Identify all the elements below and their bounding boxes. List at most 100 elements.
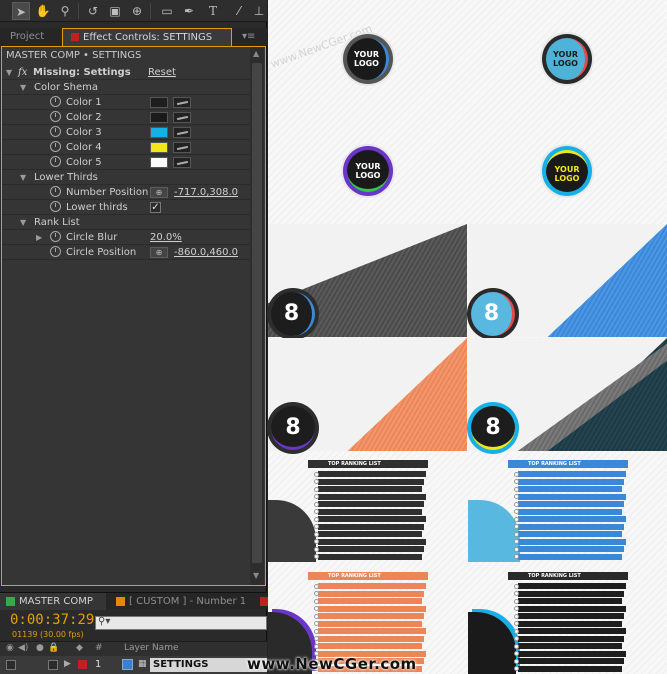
selection-tool-icon[interactable]: ➤ bbox=[12, 2, 30, 20]
stopwatch-icon[interactable] bbox=[50, 111, 61, 122]
lock-icon[interactable]: 🔒 bbox=[48, 643, 59, 653]
tab-effect-controls-label: Effect Controls: SETTINGS bbox=[83, 32, 213, 43]
solo-icon[interactable]: ● bbox=[36, 643, 44, 653]
group-color-shema[interactable]: ▼ Color Shema bbox=[2, 80, 250, 95]
circle-position-value[interactable]: -860.0,460.0 bbox=[174, 245, 238, 260]
effect-header-row[interactable]: ▼ fx Missing: Settings Reset bbox=[2, 65, 250, 80]
stopwatch-icon[interactable] bbox=[50, 156, 61, 167]
group-label: Lower Thirds bbox=[34, 172, 98, 183]
toolbar-divider bbox=[78, 3, 79, 19]
color-4-swatch[interactable] bbox=[150, 142, 168, 153]
rank-dot bbox=[314, 546, 319, 552]
rank-bar bbox=[518, 590, 624, 597]
scroll-down-icon[interactable]: ▼ bbox=[253, 571, 259, 580]
eyedropper-icon[interactable] bbox=[173, 127, 191, 138]
hand-tool-icon[interactable]: ✋ bbox=[34, 2, 52, 20]
eyedropper-icon[interactable] bbox=[173, 157, 191, 168]
tab-overflow[interactable] bbox=[254, 593, 269, 610]
color-1-swatch[interactable] bbox=[150, 97, 168, 108]
stopwatch-icon[interactable] bbox=[50, 246, 61, 257]
color-5-swatch[interactable] bbox=[150, 157, 168, 168]
expand-triangle-icon[interactable]: ▼ bbox=[20, 80, 26, 95]
expand-triangle-icon[interactable]: ▼ bbox=[20, 170, 26, 185]
group-lower-thirds[interactable]: ▼ Lower Thirds bbox=[2, 170, 250, 185]
group-label: Rank List bbox=[34, 217, 80, 228]
panel-menu-icon[interactable]: ▾≡ bbox=[236, 28, 264, 46]
vertical-scrollbar[interactable]: ▲ ▼ bbox=[250, 47, 264, 585]
pen-tool-icon[interactable]: ✒ bbox=[180, 2, 198, 20]
app-window: ➤ ✋ ⚲ ↺ ▣ ⊕ ▭ ✒ T ⁄ ⊥ Project Effect Con… bbox=[0, 0, 667, 674]
type-tool-icon[interactable]: T bbox=[204, 2, 222, 20]
lock-checkbox[interactable] bbox=[48, 660, 58, 670]
label-color-icon[interactable] bbox=[78, 660, 87, 669]
tab-master-comp[interactable]: MASTER COMP bbox=[0, 593, 106, 610]
rank-dot bbox=[314, 509, 319, 514]
rank-bar bbox=[518, 501, 624, 507]
pan-behind-tool-icon[interactable]: ⊕ bbox=[128, 2, 146, 20]
stamp-tool-icon[interactable]: ⊥ bbox=[250, 2, 268, 20]
rank-dot bbox=[514, 643, 519, 649]
rank-bar bbox=[518, 605, 626, 612]
rank-dot bbox=[514, 651, 519, 656]
scroll-up-icon[interactable]: ▲ bbox=[253, 49, 259, 58]
crosshair-icon[interactable]: ⊕ bbox=[150, 247, 168, 258]
number-badge: 8 bbox=[271, 292, 315, 336]
expand-triangle-icon[interactable]: ▼ bbox=[6, 65, 12, 80]
tab-project[interactable]: Project bbox=[2, 28, 58, 46]
camera-tool-icon[interactable]: ▣ bbox=[106, 2, 124, 20]
comp-color-icon bbox=[116, 596, 125, 606]
rank-dot bbox=[314, 486, 319, 492]
stopwatch-icon[interactable] bbox=[50, 231, 61, 242]
visibility-checkbox[interactable] bbox=[6, 660, 16, 670]
crosshair-icon[interactable]: ⊕ bbox=[150, 187, 168, 198]
logo-text: LOGO bbox=[354, 59, 379, 68]
scrollbar-thumb[interactable] bbox=[252, 63, 262, 563]
rank-dot bbox=[514, 591, 519, 596]
reset-link[interactable]: Reset bbox=[148, 65, 176, 80]
rank-dot bbox=[514, 613, 519, 619]
rank-bar bbox=[518, 486, 622, 492]
rectangle-tool-icon[interactable]: ▭ bbox=[158, 2, 176, 20]
rank-bar bbox=[318, 643, 422, 649]
rank-bar bbox=[318, 613, 424, 619]
audio-icon[interactable]: ◀) bbox=[18, 643, 28, 653]
eye-icon[interactable]: ◉ bbox=[6, 643, 14, 653]
logo-text: YOUR bbox=[354, 50, 379, 59]
rank-dot bbox=[514, 658, 519, 664]
tab-custom-number-label: [ CUSTOM ] - Number 1 bbox=[129, 596, 247, 607]
logo-text: YOUR bbox=[554, 165, 580, 174]
tab-custom-number[interactable]: [ CUSTOM ] - Number 1 bbox=[110, 593, 250, 610]
layer-row[interactable]: ▶ 1 ▦ SETTINGS bbox=[0, 656, 267, 674]
layer-name-column[interactable]: Layer Name bbox=[124, 643, 179, 653]
collapsed-triangle-icon[interactable]: ▶ bbox=[36, 230, 42, 245]
tab-effect-controls[interactable]: Effect Controls: SETTINGS bbox=[62, 28, 232, 46]
group-rank-list[interactable]: ▼ Rank List bbox=[2, 215, 250, 230]
color-3-swatch[interactable] bbox=[150, 127, 168, 138]
zoom-tool-icon[interactable]: ⚲ bbox=[56, 2, 74, 20]
eyedropper-icon[interactable] bbox=[173, 97, 191, 108]
stopwatch-icon[interactable] bbox=[50, 126, 61, 137]
rank-dot bbox=[314, 636, 319, 641]
rotate-tool-icon[interactable]: ↺ bbox=[84, 2, 102, 20]
frame-count: 01139 (30.00 fps) bbox=[12, 630, 84, 639]
eyedropper-icon[interactable] bbox=[173, 112, 191, 123]
number-position-value[interactable]: -717.0,308.0 bbox=[174, 185, 238, 200]
label-tag-icon[interactable]: ◆ bbox=[76, 643, 83, 653]
expand-triangle-icon[interactable]: ▼ bbox=[20, 215, 26, 230]
stopwatch-icon[interactable] bbox=[50, 186, 61, 197]
layer-search-input[interactable]: ⚲▾ bbox=[95, 616, 267, 630]
eyedropper-icon[interactable] bbox=[173, 142, 191, 153]
circle-blur-value[interactable]: 20.0% bbox=[150, 230, 182, 245]
rank-bar bbox=[518, 523, 624, 530]
brush-tool-icon[interactable]: ⁄ bbox=[230, 2, 248, 20]
stopwatch-icon[interactable] bbox=[50, 96, 61, 107]
stopwatch-icon[interactable] bbox=[50, 201, 61, 212]
lower-thirds-checkbox[interactable]: ✓ bbox=[150, 202, 161, 213]
rank-bar bbox=[318, 583, 426, 589]
stopwatch-icon[interactable] bbox=[50, 141, 61, 152]
rank-dot bbox=[314, 524, 319, 529]
expand-triangle-icon[interactable]: ▶ bbox=[64, 659, 71, 669]
timecode-display[interactable]: 0:00:37:29 bbox=[10, 612, 94, 628]
color-2-swatch[interactable] bbox=[150, 112, 168, 123]
rank-dot bbox=[514, 598, 519, 604]
